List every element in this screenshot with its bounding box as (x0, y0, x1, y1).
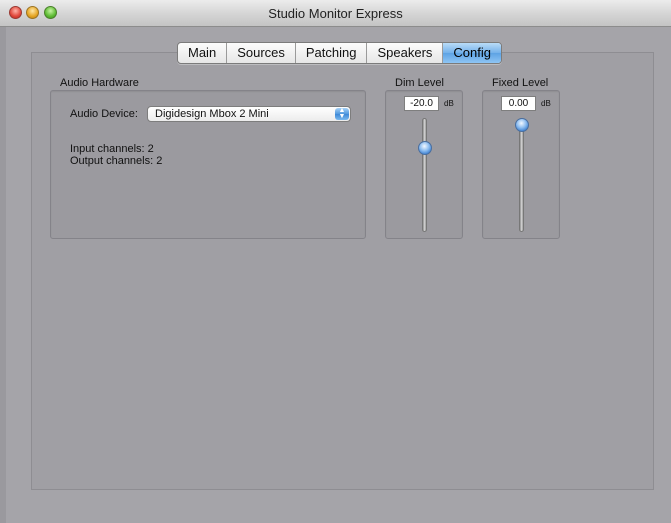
tab-sources[interactable]: Sources (227, 43, 296, 63)
audio-device-label: Audio Device: (70, 108, 138, 120)
fixed-level-field[interactable]: 0.00 (501, 96, 536, 111)
input-channels-text: Input channels: 2 (70, 143, 154, 155)
output-channels-text: Output channels: 2 (70, 155, 163, 167)
dim-level-slider-knob[interactable] (418, 141, 432, 155)
dim-level-unit: dB (444, 99, 454, 108)
tab-patching[interactable]: Patching (296, 43, 368, 63)
window-title: Studio Monitor Express (268, 6, 403, 21)
audio-device-popup[interactable]: Digidesign Mbox 2 Mini ▲ ▼ (147, 106, 351, 122)
dim-level-slider-track[interactable] (422, 118, 427, 232)
title-bar: Studio Monitor Express (0, 0, 671, 27)
tab-config[interactable]: Config (443, 43, 501, 63)
fixed-level-slider-knob[interactable] (515, 118, 529, 132)
audio-device-value: Digidesign Mbox 2 Mini (155, 108, 269, 120)
app-window: Studio Monitor Express Main Sources Patc… (0, 0, 671, 523)
fixed-level-heading: Fixed Level (492, 77, 549, 89)
tab-main[interactable]: Main (178, 43, 228, 63)
fixed-level-unit: dB (541, 99, 551, 108)
tab-speakers[interactable]: Speakers (367, 43, 444, 63)
dim-level-field[interactable]: -20.0 (404, 96, 439, 111)
window-left-edge (0, 27, 6, 523)
tab-bar: Main Sources Patching Speakers Config (177, 42, 502, 64)
popup-arrows-icon: ▲ ▼ (335, 107, 349, 120)
dim-level-heading: Dim Level (395, 77, 444, 89)
fixed-level-slider-track[interactable] (519, 118, 524, 232)
audio-hardware-heading: Audio Hardware (60, 77, 139, 89)
